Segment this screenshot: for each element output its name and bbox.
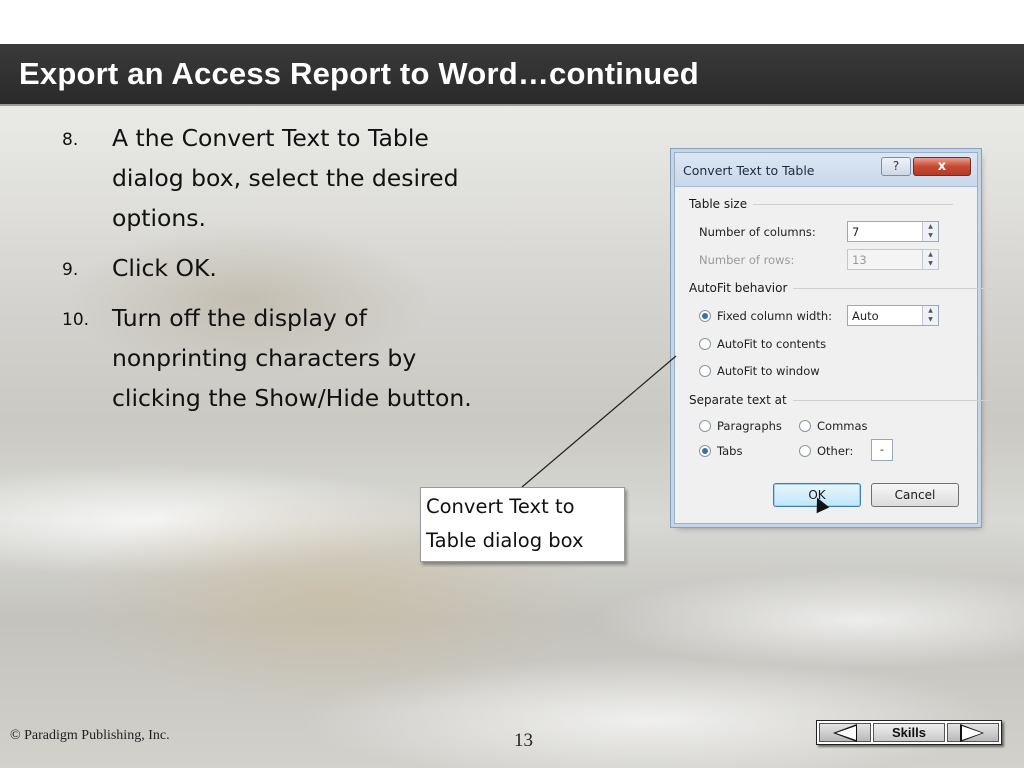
convert-text-to-table-dialog: Convert Text to Table ? x Table size Num… xyxy=(674,152,995,524)
separate-section-label: Separate text at xyxy=(689,393,992,407)
radio-icon xyxy=(699,365,711,377)
fixed-width-label: Fixed column width: xyxy=(717,309,833,323)
radio-icon xyxy=(699,420,711,432)
paragraphs-radio[interactable]: Paragraphs xyxy=(699,419,782,433)
previous-slide-button[interactable] xyxy=(819,723,871,742)
page-number: 13 xyxy=(514,730,533,751)
list-item: 9. Click OK. xyxy=(62,248,502,288)
left-arrow-fill xyxy=(836,726,856,740)
cancel-button[interactable]: Cancel xyxy=(871,483,959,507)
commas-radio[interactable]: Commas xyxy=(799,419,868,433)
copyright-text: © Paradigm Publishing, Inc. xyxy=(10,728,170,743)
autofit-section-label: AutoFit behavior xyxy=(689,281,995,295)
radio-icon xyxy=(699,338,711,350)
autofit-window-radio[interactable]: AutoFit to window xyxy=(699,364,820,378)
step-number: 9. xyxy=(62,260,79,280)
columns-label: Number of columns: xyxy=(699,225,816,239)
help-button[interactable]: ? xyxy=(881,157,911,176)
autofit-contents-radio[interactable]: AutoFit to contents xyxy=(699,337,826,351)
table-size-section-label: Table size xyxy=(689,197,954,211)
commas-label: Commas xyxy=(817,419,868,433)
tabs-radio[interactable]: Tabs xyxy=(699,444,742,458)
radio-selected-icon xyxy=(699,310,711,322)
other-radio[interactable]: Other: xyxy=(799,444,853,458)
spinner-arrows-icon: ▲ ▼ xyxy=(922,250,938,269)
step-text: A the Convert Text to Table dialog box, … xyxy=(112,124,459,232)
tabs-label: Tabs xyxy=(717,444,743,458)
list-item: 10. Turn off the display of nonprinting … xyxy=(62,298,502,418)
autofit-contents-label: AutoFit to contents xyxy=(717,337,827,351)
autofit-window-label: AutoFit to window xyxy=(717,364,820,378)
fixed-width-spinner[interactable]: Auto ▲ ▼ xyxy=(847,305,939,326)
right-arrow-fill xyxy=(962,726,982,740)
radio-selected-icon xyxy=(699,445,711,457)
step-text: Turn off the display of nonprinting char… xyxy=(112,304,472,412)
step-number: 8. xyxy=(62,130,79,150)
top-band xyxy=(0,0,1024,44)
fixed-width-radio[interactable]: Fixed column width: xyxy=(699,309,832,323)
spinner-arrows-icon[interactable]: ▲ ▼ xyxy=(922,306,938,325)
list-item: 8. A the Convert Text to Table dialog bo… xyxy=(62,118,502,238)
step-text: Click OK. xyxy=(112,254,217,282)
radio-icon xyxy=(799,420,811,432)
columns-spinner[interactable]: 7 ▲ ▼ xyxy=(847,221,939,242)
callout-box: Convert Text to Table dialog box xyxy=(420,487,625,562)
close-button[interactable]: x xyxy=(913,157,971,176)
title-bar: Export an Access Report to Word…continue… xyxy=(0,44,1024,106)
radio-icon xyxy=(799,445,811,457)
skills-button[interactable]: Skills xyxy=(873,723,945,742)
dialog-title-bar[interactable]: Convert Text to Table ? x xyxy=(675,153,977,187)
step-number: 10. xyxy=(62,310,90,330)
step-list: 8. A the Convert Text to Table dialog bo… xyxy=(62,118,502,428)
other-label: Other: xyxy=(817,444,854,458)
fixed-width-value: Auto xyxy=(852,309,879,323)
columns-value: 7 xyxy=(852,225,860,239)
rows-value: 13 xyxy=(852,253,867,267)
next-slide-button[interactable] xyxy=(947,723,999,742)
dialog-title: Convert Text to Table xyxy=(683,163,815,178)
slide-title: Export an Access Report to Word…continue… xyxy=(19,56,699,91)
paragraphs-label: Paragraphs xyxy=(717,419,782,433)
rows-spinner: 13 ▲ ▼ xyxy=(847,249,939,270)
other-input[interactable]: - xyxy=(871,439,893,461)
slide-navigation: Skills xyxy=(816,720,1002,745)
rows-label: Number of rows: xyxy=(699,253,795,267)
spinner-arrows-icon[interactable]: ▲ ▼ xyxy=(922,222,938,241)
